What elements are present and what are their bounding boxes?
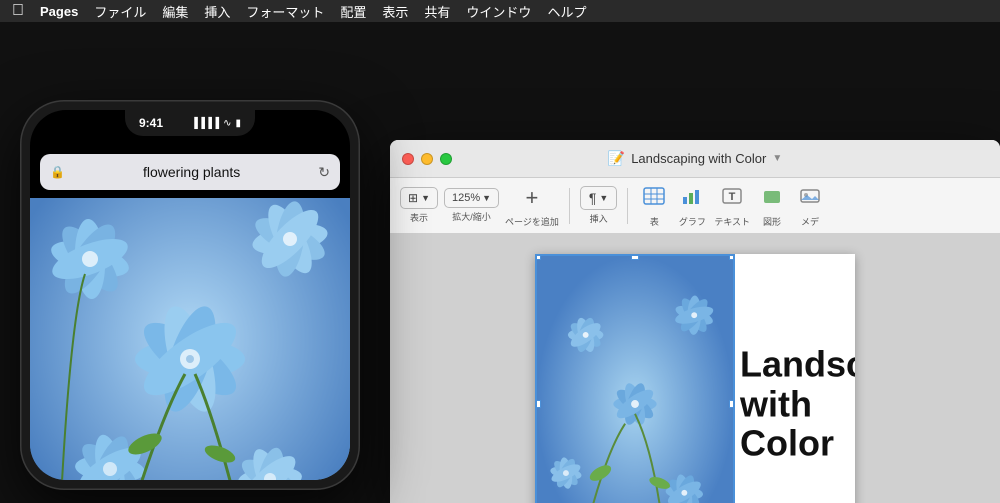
window-close-button[interactable] [402,153,414,165]
page-canvas: Landscapi with Color [535,254,855,503]
lock-icon: 🔒 [50,165,65,179]
table-button[interactable] [638,184,670,213]
toolbar: ⊞ ▼ 表示 125% ▼ 拡大/縮小 + ページを追加 ¶ ▼ 挿入 [390,178,1000,234]
insert-chevron-icon: ▼ [599,193,608,203]
add-page-button[interactable]: + [520,183,545,213]
handle-middle-left[interactable] [535,400,541,408]
shape-button[interactable] [756,184,788,213]
menubar:  Pages ファイル 編集 挿入 フォーマット 配置 表示 共有 ウインドウ… [0,0,1000,22]
zoom-toolbar-group: 125% ▼ 拡大/縮小 [444,188,499,223]
menubar-view[interactable]: 表示 [382,2,408,21]
menubar-share[interactable]: 共有 [424,2,450,21]
zoom-value: 125% [452,192,480,204]
window-minimize-button[interactable] [421,153,433,165]
main-area: Landscapi with Color [390,234,1000,503]
handle-top-middle[interactable] [631,254,639,260]
shape-toolbar-group: 図形 [756,184,788,228]
iphone-screen: 9:41 ▐▐▐▐ ∿ ▮ 🔒 flowering plants ↻ [30,110,350,480]
menubar-edit[interactable]: 編集 [162,2,188,21]
shape-label: 図形 [763,215,781,228]
text-icon-svg: T [721,187,743,205]
safari-address-bar[interactable]: 🔒 flowering plants ↻ [40,154,340,190]
handle-top-left[interactable] [535,254,541,260]
chart-toolbar-group: グラフ [676,184,708,228]
safari-url-text: flowering plants [71,164,312,180]
media-toolbar-group: メデ [794,184,826,228]
add-page-toolbar-group: + ページを追加 [505,183,559,228]
menubar-format[interactable]: フォーマット [246,2,324,21]
reload-icon[interactable]: ↻ [318,164,330,181]
signal-bars-icon: ▐▐▐▐ [191,118,219,129]
iphone: 9:41 ▐▐▐▐ ∿ ▮ 🔒 flowering plants ↻ [20,100,360,490]
table-toolbar-group: 表 [638,184,670,228]
iphone-notch: 9:41 ▐▐▐▐ ∿ ▮ [125,110,255,136]
window-titlebar: 📝 Landscaping with Color ▼ [390,140,1000,178]
status-time: 9:41 [139,116,163,130]
battery-icon: ▮ [235,118,241,129]
window-maximize-button[interactable] [440,153,452,165]
canvas-area: Landscapi with Color [390,234,1000,503]
handle-top-right[interactable] [729,254,735,260]
iphone-body: 9:41 ▐▐▐▐ ∿ ▮ 🔒 flowering plants ↻ [20,100,360,490]
media-label: メデ [801,215,819,228]
text-toolbar-group: T テキスト [714,184,750,228]
pages-window: 📝 Landscaping with Color ▼ ⊞ ▼ 表示 125% ▼… [390,140,1000,503]
view-button[interactable]: ⊞ ▼ [400,187,438,209]
insert-button[interactable]: ¶ ▼ [580,186,617,210]
menubar-window[interactable]: ウインドウ [466,2,531,21]
toolbar-separator-1 [569,188,570,224]
menubar-arrange[interactable]: 配置 [340,2,366,21]
text-label: テキスト [714,215,750,228]
media-button[interactable] [794,184,826,213]
zoom-button[interactable]: 125% ▼ [444,188,499,208]
chart-button[interactable] [676,184,708,213]
phone-flower-image [30,198,350,480]
title-chevron-icon: ▼ [772,153,782,164]
menubar-insert[interactable]: 挿入 [204,2,230,21]
view-icon: ⊞ [408,191,418,205]
view-label: 表示 [410,211,428,224]
table-label: 表 [650,215,659,228]
window-controls [402,153,452,165]
status-icons: ▐▐▐▐ ∿ ▮ [191,118,241,129]
shape-icon [761,187,783,205]
view-toolbar-group: ⊞ ▼ 表示 [400,187,438,224]
toolbar-separator-2 [627,188,628,224]
menubar-help[interactable]: ヘルプ [547,2,586,21]
document-title: Landscaping with Color [631,151,766,166]
svg-text:T: T [729,191,736,203]
media-icon [799,187,821,205]
chart-label: グラフ [679,215,706,228]
document-title-text: Landscapi with Color [735,345,855,464]
wifi-icon: ∿ [223,118,231,129]
document-icon: 📝 [608,150,625,167]
menubar-pages[interactable]: Pages [40,4,78,19]
view-chevron-icon: ▼ [421,193,430,203]
zoom-label: 拡大/縮小 [452,210,491,223]
flower-illustration [537,256,733,503]
selected-image[interactable] [535,254,735,503]
table-icon [643,187,665,205]
apple-menu-icon[interactable]:  [12,2,24,20]
menubar-file[interactable]: ファイル [94,2,146,21]
zoom-chevron-icon: ▼ [482,193,491,203]
window-title: 📝 Landscaping with Color ▼ [608,150,782,167]
add-page-label: ページを追加 [505,215,559,228]
phone-flower-svg [30,198,350,480]
insert-toolbar-group: ¶ ▼ 挿入 [580,186,617,225]
text-button[interactable]: T [716,184,748,213]
insert-label: 挿入 [590,212,608,225]
paragraph-icon: ¶ [589,190,597,206]
chart-icon [681,187,703,205]
